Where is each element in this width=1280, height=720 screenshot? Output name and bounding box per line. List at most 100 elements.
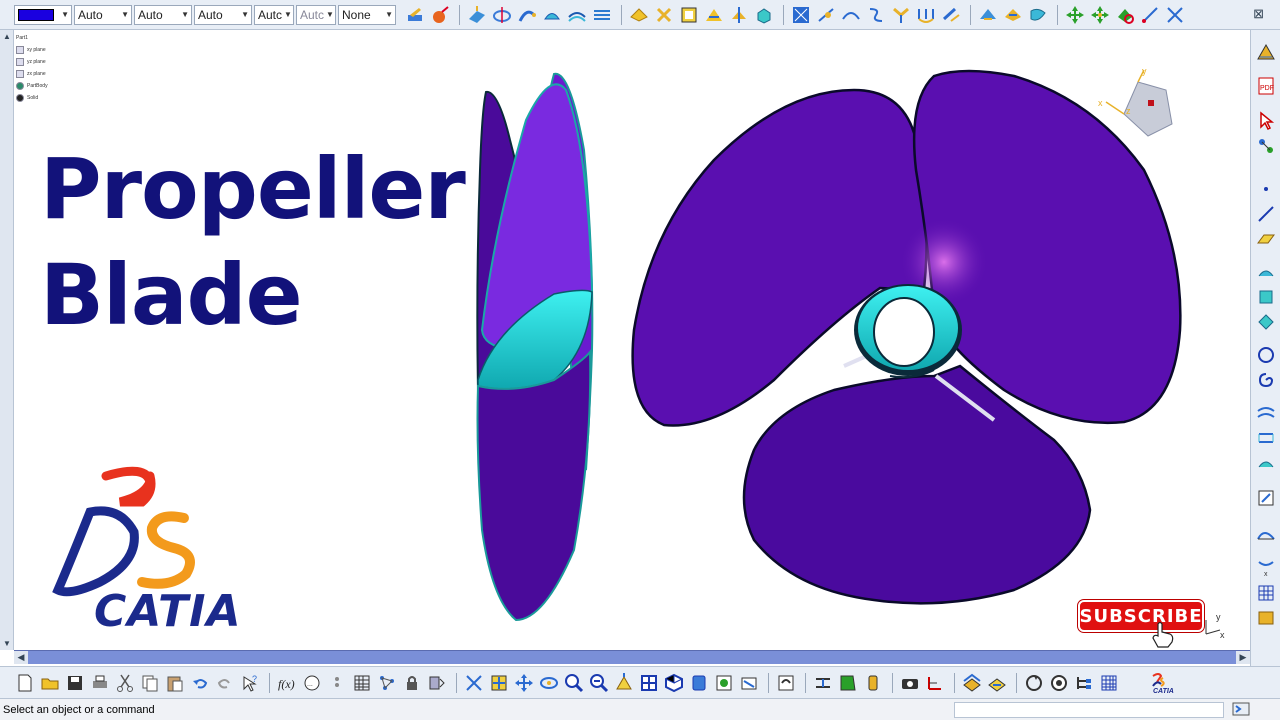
- vertical-scrollbar[interactable]: ▲ ▼: [0, 30, 14, 650]
- translate-icon[interactable]: [977, 4, 999, 26]
- no-snap-icon[interactable]: [1114, 4, 1136, 26]
- scroll-up-icon[interactable]: ▲: [3, 32, 11, 41]
- multi-view-icon[interactable]: [638, 672, 660, 694]
- hide-icon[interactable]: [713, 672, 735, 694]
- point-icon[interactable]: [790, 4, 812, 26]
- rotate-icon[interactable]: [1002, 4, 1024, 26]
- parameter-icon[interactable]: [326, 672, 348, 694]
- trim-icon[interactable]: [703, 4, 725, 26]
- lock-icon[interactable]: [401, 672, 423, 694]
- revolve-small-icon[interactable]: [1255, 286, 1277, 308]
- sweep-icon[interactable]: [516, 4, 538, 26]
- undo-icon[interactable]: [189, 672, 211, 694]
- line-icon[interactable]: [815, 4, 837, 26]
- apply-material-icon[interactable]: [429, 4, 451, 26]
- iso-view-icon[interactable]: [663, 672, 685, 694]
- measure-between-icon[interactable]: [812, 672, 834, 694]
- curvature-icon[interactable]: x: [1255, 557, 1277, 579]
- fit-all-icon[interactable]: [488, 672, 510, 694]
- rendering-combo[interactable]: Autc ▼: [296, 4, 336, 25]
- sphere-small-icon[interactable]: [1255, 311, 1277, 333]
- save-icon[interactable]: [64, 672, 86, 694]
- tree-item[interactable]: Solid: [16, 92, 48, 104]
- circle-icon[interactable]: [1255, 344, 1277, 366]
- compass-widget[interactable]: y x z: [1096, 66, 1180, 150]
- normal-view-icon[interactable]: [613, 672, 635, 694]
- filter-combo[interactable]: None ▼: [338, 4, 396, 25]
- redo-icon[interactable]: [214, 672, 236, 694]
- helix-icon[interactable]: [865, 4, 887, 26]
- scale-icon[interactable]: [1164, 4, 1186, 26]
- propeller-side-view[interactable]: [476, 72, 594, 622]
- material-icon[interactable]: [986, 672, 1008, 694]
- scroll-left-icon[interactable]: ◀: [14, 651, 28, 664]
- power-input-icon[interactable]: [1232, 701, 1250, 717]
- catalog-icon[interactable]: [1255, 607, 1277, 629]
- point-small-icon[interactable]: [1255, 178, 1277, 200]
- update-icon[interactable]: [775, 672, 797, 694]
- blend-icon[interactable]: [591, 4, 613, 26]
- boundary-icon[interactable]: [678, 4, 700, 26]
- connect-curve-icon[interactable]: [915, 4, 937, 26]
- tree-item[interactable]: Part1: [16, 32, 48, 44]
- tree-item[interactable]: xy plane: [16, 44, 48, 56]
- capture-icon[interactable]: [899, 672, 921, 694]
- extrude-small-icon[interactable]: [1255, 261, 1277, 283]
- measure-item-icon[interactable]: [837, 672, 859, 694]
- inertia-icon[interactable]: [862, 672, 884, 694]
- corner-icon[interactable]: [890, 4, 912, 26]
- copy-icon[interactable]: [139, 672, 161, 694]
- swap-space-icon[interactable]: [738, 672, 760, 694]
- horizontal-scrollbar[interactable]: ◀ ▶: [14, 650, 1250, 664]
- tree-item[interactable]: yz plane: [16, 56, 48, 68]
- cut-icon[interactable]: [114, 672, 136, 694]
- new-file-icon[interactable]: [14, 672, 36, 694]
- layer-combo[interactable]: Autc ▼: [254, 4, 294, 25]
- grid-icon[interactable]: [1255, 582, 1277, 604]
- offset-icon[interactable]: [628, 4, 650, 26]
- shading-icon[interactable]: [688, 672, 710, 694]
- knowledge-icon[interactable]: ...: [301, 672, 323, 694]
- compass-move-icon[interactable]: [1064, 4, 1086, 26]
- extract-icon[interactable]: [753, 4, 775, 26]
- edit-icon[interactable]: [1255, 487, 1277, 509]
- propeller-front-view[interactable]: [631, 69, 1182, 605]
- select-arrow-icon[interactable]: [1255, 110, 1277, 132]
- tree-item[interactable]: zx plane: [16, 68, 48, 80]
- pdf-icon[interactable]: PDF: [1255, 75, 1277, 97]
- fly-mode-icon[interactable]: [463, 672, 485, 694]
- print-icon[interactable]: [89, 672, 111, 694]
- scroll-down-icon[interactable]: ▼: [3, 639, 11, 648]
- line-weight-combo[interactable]: Auto ▼: [74, 4, 132, 25]
- rotate-view-icon[interactable]: [538, 672, 560, 694]
- help-icon[interactable]: ?: [239, 672, 261, 694]
- graph-icon[interactable]: [376, 672, 398, 694]
- multisection-icon[interactable]: [566, 4, 588, 26]
- paste-icon[interactable]: [164, 672, 186, 694]
- sketch-icon[interactable]: [1255, 42, 1277, 64]
- fill-surface-icon[interactable]: [1255, 452, 1277, 474]
- join-icon[interactable]: [653, 4, 675, 26]
- axis-system-icon[interactable]: [924, 672, 946, 694]
- symmetry-icon[interactable]: [1027, 4, 1049, 26]
- zoom-out-icon[interactable]: [588, 672, 610, 694]
- point-type-combo[interactable]: Auto ▼: [194, 4, 252, 25]
- scroll-right-icon[interactable]: ▶: [1236, 651, 1250, 664]
- spline-icon[interactable]: [840, 4, 862, 26]
- loft-icon[interactable]: [1255, 427, 1277, 449]
- subscribe-button[interactable]: SUBSCRIBE: [1078, 600, 1204, 632]
- close-window-icon[interactable]: ⊠: [1253, 6, 1264, 22]
- refresh-icon[interactable]: [1023, 672, 1045, 694]
- line-small-icon[interactable]: [1255, 203, 1277, 225]
- formula-icon[interactable]: f(x): [276, 672, 298, 694]
- layer-icon[interactable]: [961, 672, 983, 694]
- surface-blend-icon[interactable]: [1255, 402, 1277, 424]
- split-icon[interactable]: [728, 4, 750, 26]
- plane-small-icon[interactable]: [1255, 228, 1277, 250]
- pattern-icon[interactable]: [1255, 135, 1277, 157]
- specification-tree[interactable]: Part1 xy plane yz plane zx plane PartBod…: [16, 32, 48, 104]
- painter-icon[interactable]: [404, 4, 426, 26]
- view-mode-icon[interactable]: [1048, 672, 1070, 694]
- tree-item[interactable]: PartBody: [16, 80, 48, 92]
- grid-snap-icon[interactable]: [1098, 672, 1120, 694]
